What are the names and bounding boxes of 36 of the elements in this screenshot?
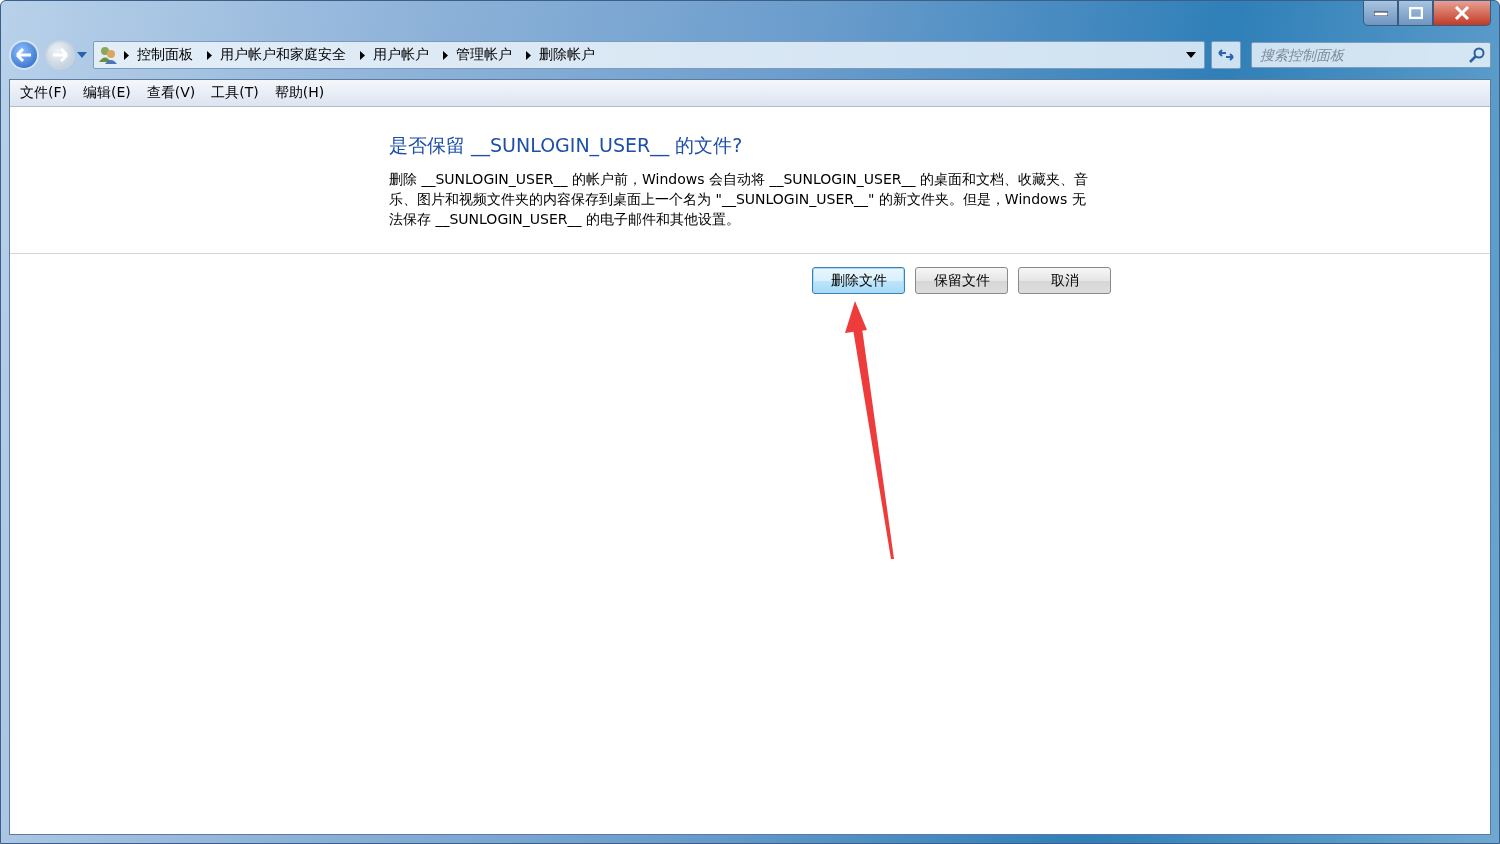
close-icon: [1454, 6, 1470, 20]
maximize-icon: [1408, 7, 1423, 19]
menu-item[interactable]: 查看(V): [139, 82, 203, 104]
chevron-right-icon[interactable]: [443, 50, 448, 60]
dialog-description: 删除 __SUNLOGIN_USER__ 的帐户前，Windows 会自动将 __SUNLOGIN_USER__ 的桌面和文档、收藏夹、音乐、图片和视频文件夹的内容保存到桌面上一个名为 "__SUNLOGIN_USER__" 的新文件夹。但是，Windows 无法保存 __SUNLOGIN_USER__ 的电子邮件和其他设置。: [389, 170, 1089, 229]
right-arrow-icon: [52, 48, 68, 62]
dialog-button[interactable]: 取消: [1018, 267, 1111, 294]
breadcrumb-item[interactable]: 管理帐户: [448, 46, 520, 64]
maximize-button[interactable]: [1398, 1, 1433, 26]
dropdown-icon[interactable]: [1186, 52, 1196, 58]
search-field[interactable]: 搜索控制面板: [1251, 42, 1491, 68]
menu-item[interactable]: 帮助(H): [267, 82, 332, 104]
users-icon: [98, 46, 118, 64]
breadcrumb-item[interactable]: 控制面板: [129, 46, 201, 64]
chevron-right-icon[interactable]: [207, 50, 212, 60]
left-arrow-icon: [16, 48, 32, 62]
back-button[interactable]: [9, 40, 39, 70]
menu-item[interactable]: 编辑(E): [76, 82, 138, 104]
breadcrumb-item[interactable]: 用户帐户和家庭安全: [212, 46, 354, 64]
dialog-button[interactable]: 删除文件: [812, 267, 905, 294]
minimize-button[interactable]: [1363, 1, 1398, 26]
chevron-right-icon[interactable]: [526, 50, 531, 60]
address-bar[interactable]: 控制面板 用户帐户和家庭安全 用户帐户 管理帐户 删除帐户: [93, 41, 1205, 69]
breadcrumb-item[interactable]: 删除帐户: [531, 46, 603, 64]
breadcrumb-item[interactable]: 用户帐户: [365, 46, 437, 64]
close-button[interactable]: [1433, 1, 1491, 26]
minimize-icon: [1373, 10, 1388, 16]
chevron-right-icon[interactable]: [360, 50, 365, 60]
refresh-icon: [1217, 47, 1235, 63]
dialog-button[interactable]: 保留文件: [915, 267, 1008, 294]
refresh-button[interactable]: [1211, 41, 1241, 69]
dialog-heading: 是否保留 __SUNLOGIN_USER__ 的文件?: [389, 133, 744, 159]
menu-item[interactable]: 文件(F): [13, 82, 74, 104]
chevron-right-icon[interactable]: [124, 50, 129, 60]
menu-item[interactable]: 工具(T): [204, 82, 266, 104]
search-icon: [1469, 47, 1485, 63]
